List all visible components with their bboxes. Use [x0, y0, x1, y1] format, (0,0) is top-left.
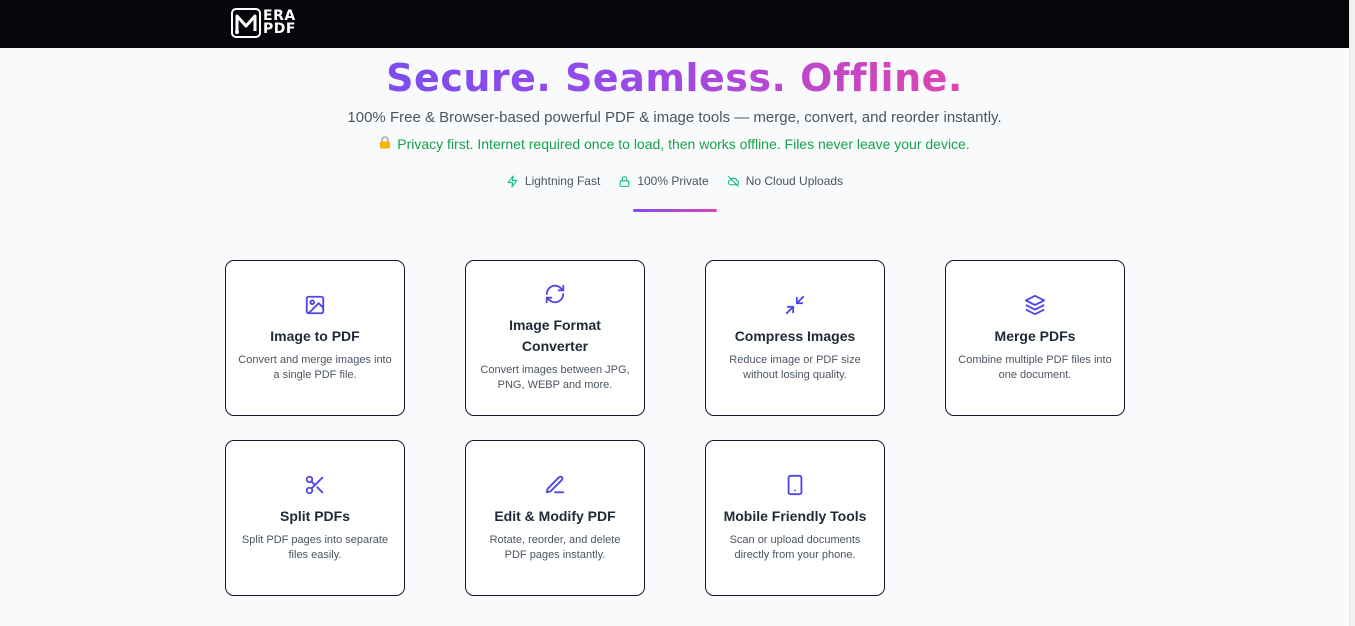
compress-icon — [785, 295, 805, 314]
top-navbar: ERA PDF — [0, 0, 1349, 48]
hero-title-text: Secure. Seamless. Offline. — [386, 56, 963, 100]
page-scrollbar[interactable] — [1349, 0, 1355, 626]
lock-icon — [379, 136, 391, 152]
hero-title: Secure. Seamless. Offline. — [0, 56, 1349, 100]
pen-icon — [545, 475, 565, 493]
lightning-icon — [507, 175, 518, 187]
badge-no-cloud: No Cloud Uploads — [727, 174, 843, 188]
tool-card-desc: Reduce image or PDF size without losing … — [729, 353, 861, 381]
badge-label: 100% Private — [637, 174, 709, 188]
image-icon — [305, 295, 325, 314]
tool-card-title: Compress Images — [734, 327, 856, 344]
tool-card-desc: Convert images between JPG, PNG, WEBP an… — [480, 364, 630, 391]
tool-card-title: Merge PDFs — [994, 327, 1076, 344]
tool-card-title: Edit & Modify PDF — [494, 507, 616, 524]
logo-text-bottom: PDF — [263, 21, 296, 37]
scissors-icon — [305, 475, 324, 494]
logo-text: ERA PDF — [263, 9, 296, 37]
tool-card-desc: Scan or upload documents directly from y… — [729, 533, 861, 561]
tool-card-desc: Rotate, reorder, and delete PDF pages in… — [489, 533, 621, 561]
tool-card-edit-modify-pdf[interactable]: Edit & Modify PDF Rotate, reorder, and d… — [465, 440, 645, 596]
feature-badges: Lightning Fast 100% Private No Cloud Upl… — [0, 174, 1349, 188]
tool-card-desc: Split PDF pages into separate files easi… — [241, 533, 389, 561]
tool-card-title: Mobile Friendly Tools — [723, 507, 867, 524]
smartphone-icon — [787, 474, 803, 495]
logo-m-icon — [231, 8, 261, 38]
tool-card-desc: Convert and merge images into a single P… — [238, 353, 392, 381]
tool-card-format-converter[interactable]: Image Format Converter Convert images be… — [465, 260, 645, 416]
privacy-text: Privacy first. Internet required once to… — [397, 136, 970, 152]
lock-icon — [619, 175, 630, 187]
tool-card-split-pdfs[interactable]: Split PDFs Split PDF pages into separate… — [225, 440, 405, 596]
hero-subtitle: 100% Free & Browser-based powerful PDF &… — [347, 109, 1002, 126]
tool-card-desc: Combine multiple PDF files into one docu… — [958, 353, 1112, 381]
tool-card-merge-pdfs[interactable]: Merge PDFs Combine multiple PDF files in… — [945, 260, 1125, 416]
tool-card-title: Split PDFs — [279, 507, 350, 524]
tool-card-title: Image Format Converter — [509, 317, 601, 354]
gradient-divider — [633, 209, 717, 212]
cloud-off-icon — [727, 175, 739, 187]
privacy-note: Privacy first. Internet required once to… — [0, 136, 1349, 152]
badge-label: Lightning Fast — [524, 174, 601, 188]
badge-label: No Cloud Uploads — [745, 174, 844, 188]
tool-card-image-to-pdf[interactable]: Image to PDF Convert and merge images in… — [225, 260, 405, 416]
refresh-icon — [545, 284, 565, 304]
tool-card-compress-images[interactable]: Compress Images Reduce image or PDF size… — [705, 260, 885, 416]
badge-private: 100% Private — [618, 174, 709, 188]
tool-card-mobile-friendly[interactable]: Mobile Friendly Tools Scan or upload doc… — [705, 440, 885, 596]
tool-card-title: Image to PDF — [270, 327, 360, 344]
era-pdf-logo[interactable]: ERA PDF — [231, 7, 303, 39]
layers-icon — [1024, 294, 1046, 315]
badge-lightning-fast: Lightning Fast — [506, 174, 600, 188]
